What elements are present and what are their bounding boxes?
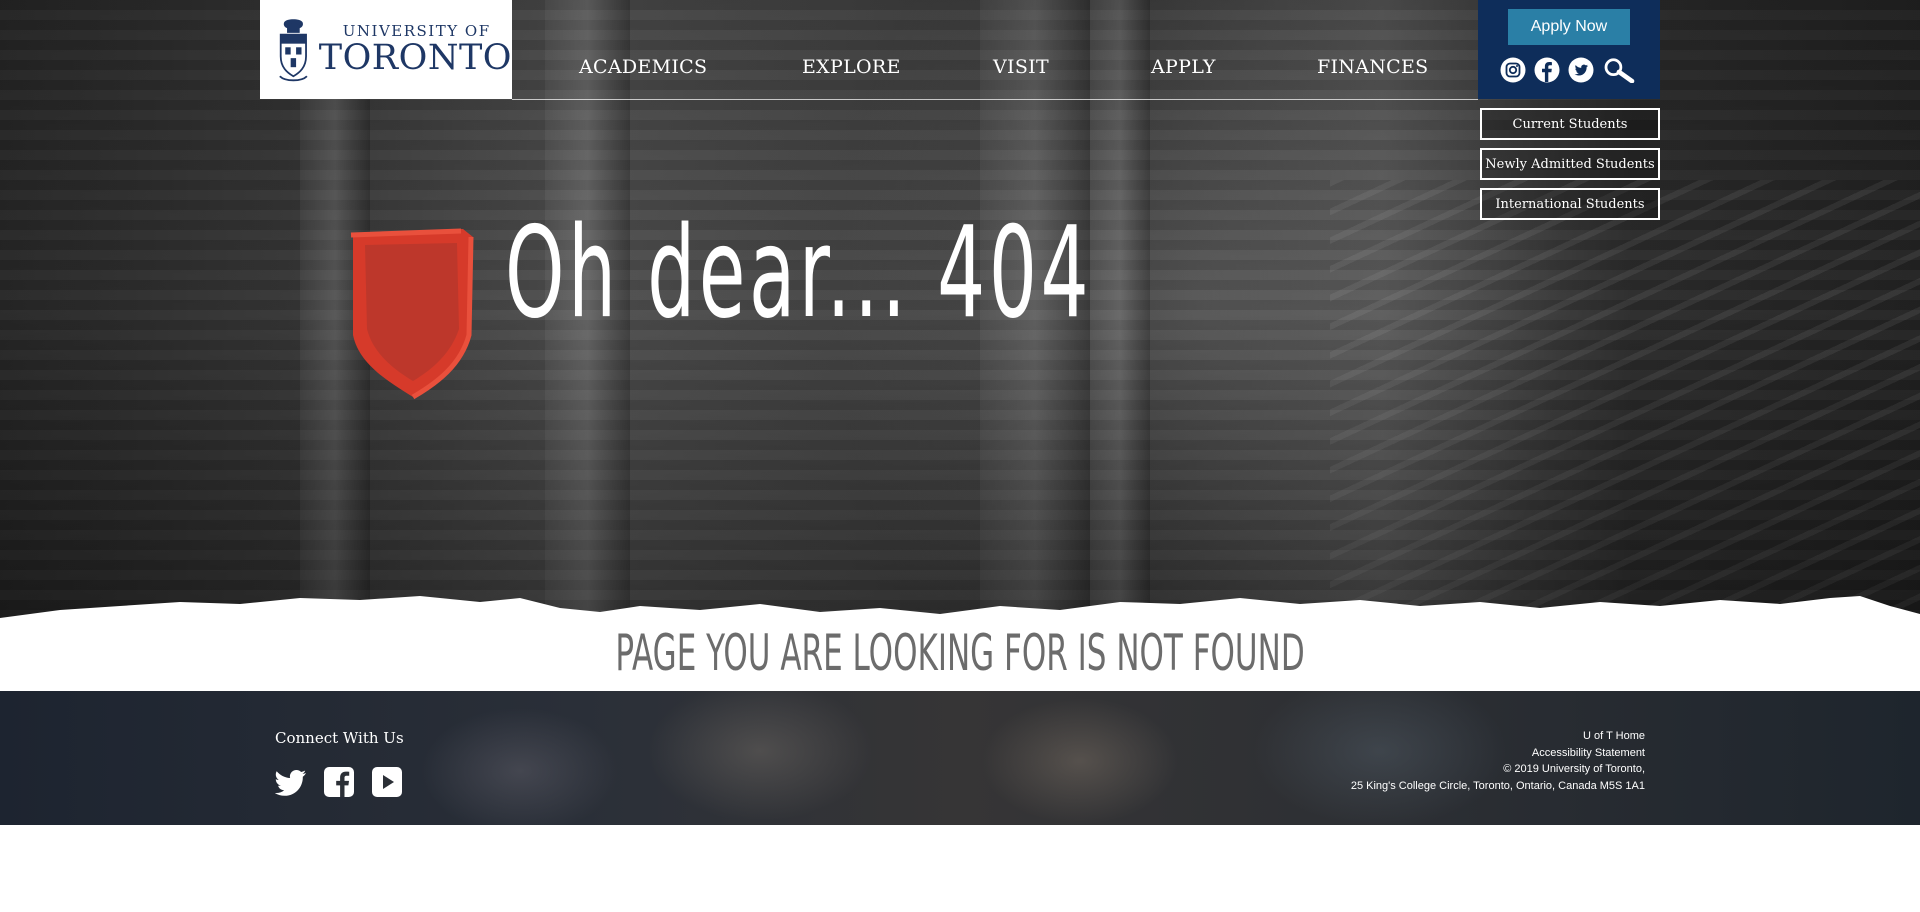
audience-links: Current Students Newly Admitted Students… bbox=[1480, 108, 1660, 228]
footer: Connect With Us U of T Home Accessibilit… bbox=[0, 691, 1920, 825]
logo-line-2: TORONTO bbox=[318, 37, 512, 78]
copyright-text: © 2019 University of Toronto, bbox=[1503, 763, 1645, 775]
facebook-icon[interactable] bbox=[1534, 57, 1560, 83]
nav-apply[interactable]: APPLY bbox=[1151, 56, 1216, 78]
main-nav: ACADEMICS EXPLORE VISIT APPLY FINANCES bbox=[512, 56, 1478, 86]
instagram-icon[interactable] bbox=[1500, 57, 1526, 83]
accessibility-statement-link[interactable]: Accessibility Statement bbox=[1351, 745, 1645, 762]
uoft-home-link[interactable]: U of T Home bbox=[1351, 728, 1645, 745]
international-students-link[interactable]: International Students bbox=[1480, 188, 1660, 220]
footer-links: U of T Home Accessibility Statement © 20… bbox=[1351, 728, 1645, 794]
not-found-message: Page you are looking for is not found bbox=[615, 624, 1305, 682]
nav-academics[interactable]: ACADEMICS bbox=[579, 56, 707, 78]
newly-admitted-students-link[interactable]: Newly Admitted Students bbox=[1480, 148, 1660, 180]
nav-underline bbox=[512, 99, 1478, 100]
shield-icon bbox=[350, 228, 474, 400]
youtube-icon[interactable] bbox=[371, 766, 403, 798]
address-text: 25 King's College Circle, Toronto, Ontar… bbox=[1350, 779, 1645, 792]
nav-visit[interactable]: VISIT bbox=[993, 56, 1049, 78]
nav-finances[interactable]: FINANCES bbox=[1317, 56, 1428, 78]
header-social-icons bbox=[1500, 57, 1636, 83]
facebook-icon[interactable] bbox=[323, 766, 355, 798]
connect-with-us-label: Connect With Us bbox=[275, 729, 404, 747]
current-students-link[interactable]: Current Students bbox=[1480, 108, 1660, 140]
logo-line-1: UNIVERSITY OF bbox=[342, 21, 491, 40]
search-icon[interactable] bbox=[1602, 57, 1636, 83]
crest-icon bbox=[279, 18, 308, 81]
apply-now-button[interactable]: Apply Now bbox=[1508, 9, 1630, 45]
twitter-icon[interactable] bbox=[1568, 57, 1594, 83]
university-logo[interactable]: UNIVERSITY OF TORONTO bbox=[260, 0, 512, 99]
footer-social-icons bbox=[275, 766, 403, 798]
nav-explore[interactable]: EXPLORE bbox=[802, 56, 901, 78]
twitter-icon[interactable] bbox=[275, 766, 307, 798]
apply-panel: Apply Now bbox=[1478, 0, 1660, 99]
error-headline: Oh dear... 404 bbox=[505, 199, 1093, 346]
